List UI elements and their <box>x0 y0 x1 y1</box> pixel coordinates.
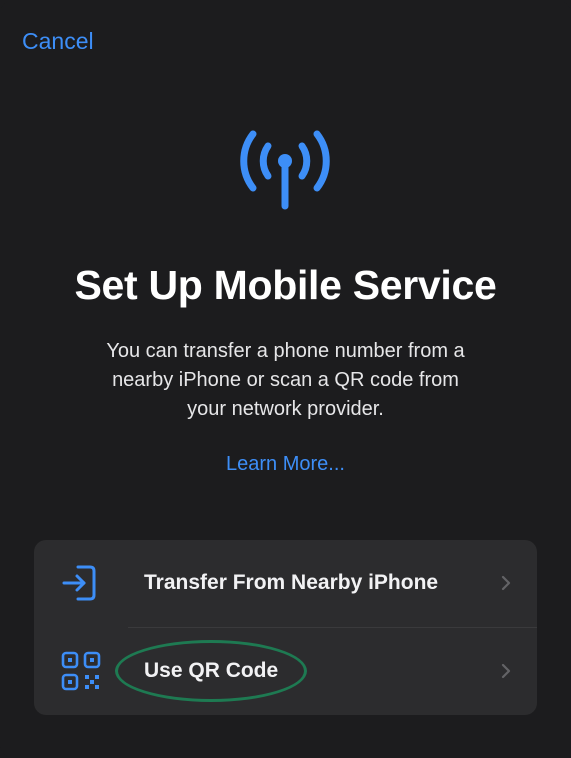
setup-options-list: Transfer From Nearby iPhone Use QR Code <box>34 540 537 715</box>
use-qr-code-option[interactable]: Use QR Code <box>34 628 537 715</box>
transfer-from-iphone-option[interactable]: Transfer From Nearby iPhone <box>34 540 537 628</box>
description-text: You can transfer a phone number from a n… <box>106 340 465 420</box>
qr-code-icon <box>61 651 101 691</box>
cancel-button[interactable]: Cancel <box>22 28 94 55</box>
learn-more-link[interactable]: Learn More... <box>0 453 571 476</box>
chevron-right-icon <box>501 575 511 591</box>
option-label: Transfer From Nearby iPhone <box>144 571 439 594</box>
chevron-right-icon <box>501 663 511 679</box>
option-label: Use QR Code <box>144 659 279 682</box>
transfer-icon <box>62 565 96 601</box>
antenna-icon <box>240 130 330 210</box>
setup-mobile-service-sheet: Cancel Set Up Mobile Service You can tra… <box>0 0 571 758</box>
page-title: Set Up Mobile Service <box>74 262 497 308</box>
